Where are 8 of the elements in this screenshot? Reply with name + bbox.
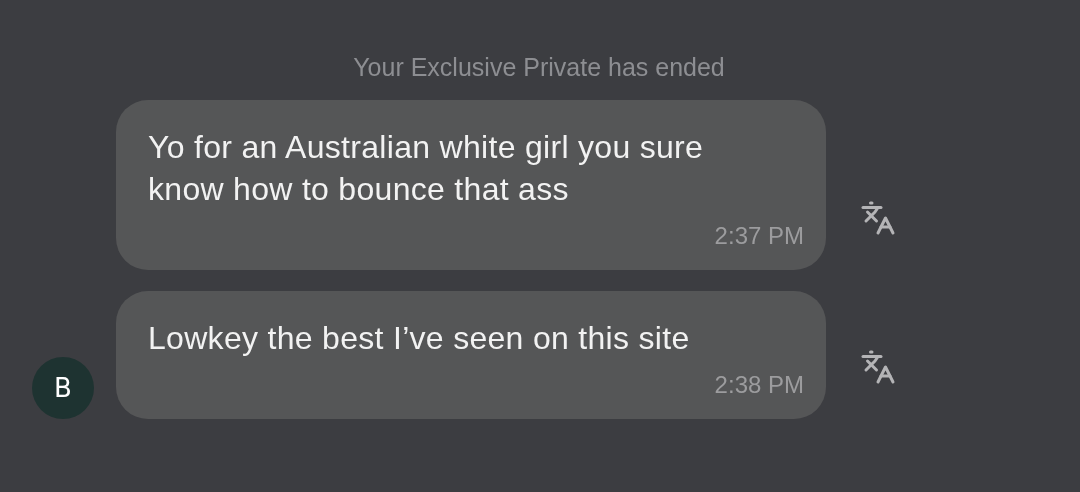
avatar[interactable]: B <box>32 357 94 419</box>
translate-icon[interactable] <box>860 349 896 385</box>
translate-icon[interactable] <box>860 200 896 236</box>
system-notice: Your Exclusive Private has ended <box>353 52 725 83</box>
message-text: Yo for an Australian white girl you sure know how to bounce that ass <box>148 128 705 209</box>
message-time: 2:38 PM <box>714 371 804 399</box>
message-time: 2:37 PM <box>714 222 804 250</box>
message-text: Lowkey the best I’ve seen on this site <box>148 319 691 358</box>
